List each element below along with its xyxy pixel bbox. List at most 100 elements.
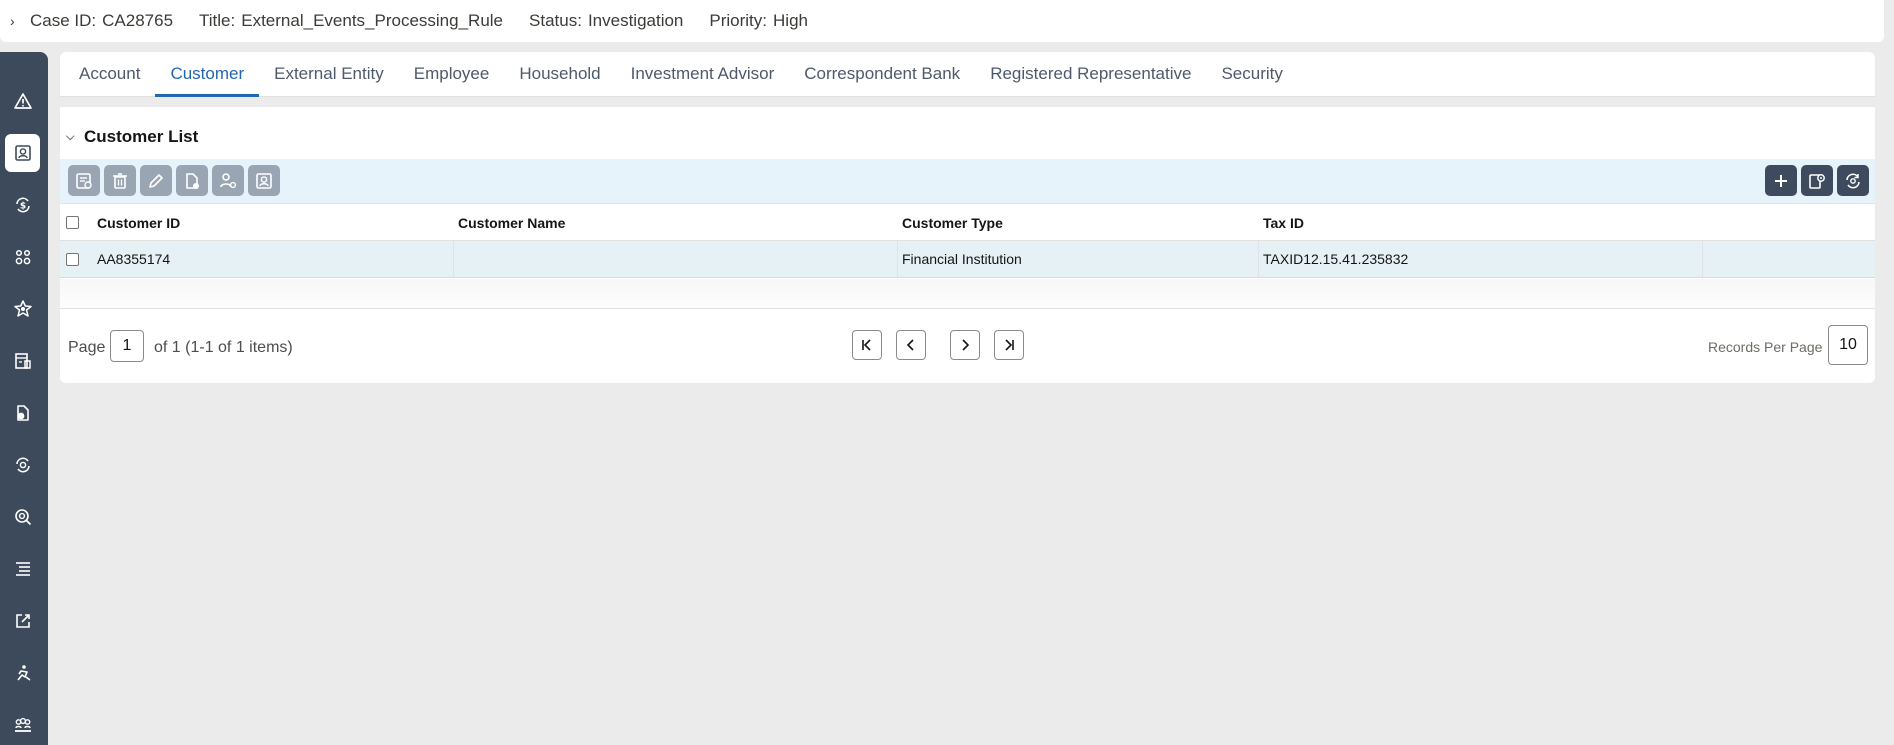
select-all-cell [66, 205, 79, 240]
cell-customer-id[interactable]: AA8355174 [97, 241, 170, 277]
tab-correspondent-bank[interactable]: Correspondent Bank [789, 64, 975, 96]
group-icon [14, 717, 31, 732]
cell-tax-id: TAXID12.15.41.235832 [1263, 251, 1409, 267]
pagination-bar: Page 1 of 1 (1-1 of 1 items) Records Per… [60, 317, 1875, 373]
column-divider [453, 241, 454, 277]
case-title-field: Title: External_Events_Processing_Rule [199, 11, 503, 31]
tab-customer[interactable]: Customer [155, 64, 259, 97]
document-add-icon [186, 172, 199, 189]
tab-account[interactable]: Account [64, 64, 155, 96]
row-select-checkbox[interactable] [66, 252, 79, 266]
nav-cycle-dollar[interactable] [5, 446, 40, 484]
collapse-chevron-icon[interactable]: ⌵ [66, 131, 84, 144]
nav-target-search[interactable] [5, 498, 40, 536]
left-nav-rail: $ [0, 52, 48, 745]
page-label: Page [68, 339, 106, 356]
grid-empty-space [60, 279, 1875, 309]
page-number-input[interactable]: 1 [110, 330, 144, 362]
nav-expand-arrow[interactable] [5, 602, 40, 640]
first-page-button[interactable] [852, 330, 882, 360]
row-select-cell [66, 241, 79, 277]
tab-investment-advisor[interactable]: Investment Advisor [616, 64, 790, 96]
list-lines-icon [15, 562, 30, 576]
case-title-value: External_Events_Processing_Rule [241, 11, 504, 30]
pencil-icon [149, 173, 163, 188]
plus-icon [1775, 174, 1787, 187]
cycle-dollar-icon [15, 457, 30, 473]
tab-registered-representative[interactable]: Registered Representative [975, 64, 1206, 96]
section-header[interactable]: ⌵ Customer List [66, 127, 198, 147]
chevron-left-icon [906, 339, 914, 351]
list-toolbar [60, 159, 1875, 204]
view-details-icon [76, 172, 92, 189]
last-page-button[interactable] [994, 330, 1024, 360]
document-dollar-icon [16, 405, 29, 421]
profile-card-icon [256, 172, 272, 189]
case-priority-value: High [773, 11, 808, 30]
svg-text:$: $ [19, 202, 25, 212]
case-priority-label: Priority: [709, 11, 768, 30]
column-header-tax-id[interactable]: Tax ID [1263, 205, 1304, 240]
case-priority-field: Priority: High [709, 11, 808, 31]
nav-alert-triangle[interactable] [5, 82, 40, 120]
cell-customer-type: Financial Institution [902, 251, 1022, 267]
building-icon [14, 353, 31, 369]
profile-card-button[interactable] [248, 165, 280, 196]
select-all-checkbox[interactable] [66, 216, 79, 229]
refresh-settings-button[interactable] [1837, 165, 1869, 196]
case-id-label: Case ID: [30, 11, 97, 30]
nav-people-link[interactable] [5, 238, 40, 276]
tab-employee[interactable]: Employee [399, 64, 505, 96]
badge-star-icon [13, 300, 32, 317]
add-document-button[interactable] [176, 165, 208, 196]
tab-security[interactable]: Security [1206, 64, 1297, 96]
last-page-icon [1005, 339, 1014, 351]
column-header-customer-type[interactable]: Customer Type [902, 205, 1003, 240]
nav-badge-star[interactable] [5, 290, 40, 328]
case-status-value: Investigation [587, 11, 684, 30]
edit-button[interactable] [140, 165, 172, 196]
nav-document-dollar[interactable] [5, 394, 40, 432]
tab-household[interactable]: Household [504, 64, 615, 96]
case-id-field: Case ID: CA28765 [30, 11, 173, 31]
document-gear-icon [1809, 173, 1825, 189]
manage-person-button[interactable] [212, 165, 244, 196]
column-header-customer-id[interactable]: Customer ID [97, 205, 180, 240]
people-link-icon [15, 249, 30, 265]
table-row[interactable]: AA8355174 Financial Institution TAXID12.… [60, 241, 1875, 278]
nav-building[interactable] [5, 342, 40, 380]
case-title-label: Title: [199, 11, 236, 30]
trash-icon [113, 172, 127, 189]
alert-triangle-icon [13, 93, 32, 109]
entity-tab-bar: Account Customer External Entity Employe… [60, 52, 1875, 97]
person-gear-icon [220, 172, 237, 188]
customer-list-panel: ⌵ Customer List Customer ID Customer Nam… [60, 107, 1875, 383]
case-status-field: Status: Investigation [529, 11, 683, 31]
first-page-icon [862, 339, 871, 351]
records-per-page-label: Records Per Page [1708, 339, 1823, 355]
tab-external-entity[interactable]: External Entity [259, 64, 399, 96]
add-button[interactable] [1765, 165, 1797, 196]
refresh-dollar-icon: $ [15, 197, 30, 213]
grid-header: Customer ID Customer Name Customer Type … [60, 205, 1875, 241]
nav-refresh-dollar[interactable]: $ [5, 186, 40, 224]
nav-person-run[interactable] [5, 654, 40, 692]
next-page-button[interactable] [950, 330, 980, 360]
nav-list-lines[interactable] [5, 550, 40, 588]
nav-customer-profile[interactable] [5, 134, 40, 172]
view-details-button[interactable] [68, 165, 100, 196]
column-divider [897, 241, 898, 277]
nav-group[interactable] [5, 706, 40, 744]
settings-button[interactable] [1801, 165, 1833, 196]
previous-page-button[interactable] [896, 330, 926, 360]
target-search-icon [14, 509, 31, 526]
case-id-value: CA28765 [102, 11, 174, 30]
page-summary: of 1 (1-1 of 1 items) [154, 339, 293, 356]
chevron-right-icon [962, 339, 970, 351]
records-per-page-input[interactable]: 10 [1828, 325, 1868, 365]
expand-chevron-icon[interactable]: › [10, 13, 30, 29]
column-header-customer-name[interactable]: Customer Name [458, 205, 565, 240]
delete-button[interactable] [104, 165, 136, 196]
customer-profile-icon [14, 145, 31, 161]
expand-arrow-icon [15, 614, 30, 628]
